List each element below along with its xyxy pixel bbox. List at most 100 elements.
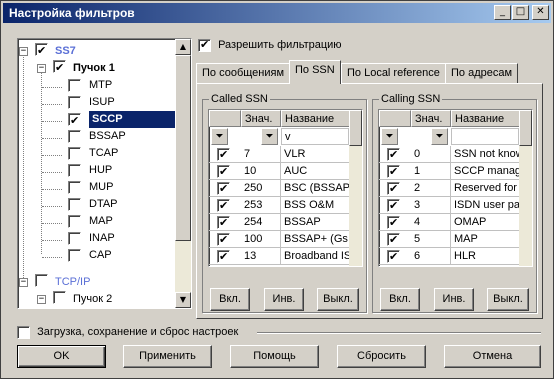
calling-ssn-grid[interactable]: Знач. Название ⏷ ⏷ 0SSN not know 1SCCP m… xyxy=(378,109,533,267)
column-header-value[interactable]: Знач. xyxy=(411,110,451,127)
column-header-value[interactable]: Знач. xyxy=(241,110,281,127)
protocol-tree[interactable]: − SS7 − Пучок 1 MTP ISUP SCCP BSSAP TCAP… xyxy=(17,38,192,309)
apply-button[interactable]: Применить xyxy=(123,345,212,368)
minimize-button[interactable]: _ xyxy=(494,5,511,20)
calling-enable-all-button[interactable]: Вкл. xyxy=(380,288,420,311)
checkbox-mup[interactable] xyxy=(68,180,81,194)
tree-node-bssap[interactable]: BSSAP xyxy=(68,128,126,145)
cancel-button[interactable]: Отмена xyxy=(444,345,541,368)
table-row[interactable]: 0SSN not know xyxy=(379,146,521,163)
collapse-icon[interactable]: − xyxy=(19,47,28,56)
checkbox-bundle-1[interactable] xyxy=(53,59,66,76)
row-checkbox[interactable] xyxy=(387,147,400,163)
table-row[interactable]: 254BSSAP xyxy=(209,214,351,231)
called-ssn-grid[interactable]: Знач. Название ⏷ ⏷ v 7VLR 10AUC 250BSC (… xyxy=(208,109,363,267)
tree-node-tcap[interactable]: TCAP xyxy=(68,145,118,162)
row-checkbox[interactable] xyxy=(217,164,230,180)
checkbox-cap[interactable] xyxy=(68,248,81,262)
tree-node-mup[interactable]: MUP xyxy=(68,179,113,196)
row-checkbox[interactable] xyxy=(217,249,230,265)
checkbox-hup[interactable] xyxy=(68,163,81,177)
checkbox-map[interactable] xyxy=(68,214,81,228)
tree-node-inap[interactable]: INAP xyxy=(68,230,115,247)
called-invert-button[interactable]: Инв. xyxy=(264,288,304,311)
tab-by-messages[interactable]: По сообщениям xyxy=(196,63,291,83)
tab-by-local-reference[interactable]: По Local reference xyxy=(341,63,446,83)
called-enable-all-button[interactable]: Вкл. xyxy=(210,288,250,311)
enable-filter-option[interactable]: Разрешить фильтрацию xyxy=(198,38,342,52)
checkbox-tcap[interactable] xyxy=(68,146,81,160)
filter-icon[interactable]: ⏷ xyxy=(211,128,228,145)
row-checkbox[interactable] xyxy=(217,232,230,248)
checkbox-bssap[interactable] xyxy=(68,129,81,143)
name-filter-input[interactable] xyxy=(451,128,519,145)
filter-icon[interactable]: ⏷ xyxy=(261,128,278,145)
calling-disable-all-button[interactable]: Выкл. xyxy=(487,288,529,311)
table-row[interactable]: 13Broadband IS xyxy=(209,248,351,265)
row-checkbox[interactable] xyxy=(387,181,400,197)
row-checkbox[interactable] xyxy=(387,249,400,265)
tree-node-dtap[interactable]: DTAP xyxy=(68,196,118,213)
checkbox-tcpip[interactable] xyxy=(35,274,48,287)
ok-button[interactable]: OK xyxy=(17,345,106,368)
name-filter-input[interactable]: v xyxy=(281,128,349,145)
tree-node-map[interactable]: MAP xyxy=(68,213,113,230)
title-bar[interactable]: Настройка фильтров _ □ ✕ xyxy=(3,3,551,23)
close-button[interactable]: ✕ xyxy=(532,5,549,20)
table-row[interactable]: 1SCCP manag xyxy=(379,163,521,180)
checkbox-inap[interactable] xyxy=(68,231,81,245)
table-row[interactable]: 2Reserved for xyxy=(379,180,521,197)
checkbox-sccp[interactable] xyxy=(68,112,81,129)
checkbox-ss7[interactable] xyxy=(35,42,48,59)
calling-grid-scrollbar[interactable] xyxy=(519,110,532,266)
calling-invert-button[interactable]: Инв. xyxy=(434,288,474,311)
scroll-thumb[interactable] xyxy=(175,55,191,241)
tree-node-hup[interactable]: HUP xyxy=(68,162,112,179)
scroll-down-icon[interactable]: ▼ xyxy=(175,292,191,308)
tree-node-cap[interactable]: CAP xyxy=(68,247,112,264)
enable-filter-checkbox[interactable] xyxy=(198,38,211,52)
filter-icon[interactable]: ⏷ xyxy=(381,128,398,145)
collapse-icon[interactable]: − xyxy=(37,295,46,304)
table-row[interactable]: 3ISDN user pa xyxy=(379,197,521,214)
table-row[interactable]: 4OMAP xyxy=(379,214,521,231)
row-checkbox[interactable] xyxy=(217,215,230,231)
table-row[interactable]: 7VLR xyxy=(209,146,351,163)
tree-node-isup[interactable]: ISUP xyxy=(68,94,115,111)
called-grid-scrollbar[interactable] xyxy=(349,110,362,266)
tree-node-sccp[interactable]: SCCP xyxy=(68,111,186,129)
checkbox-bundle-2[interactable] xyxy=(53,291,66,304)
tree-vertical-scrollbar[interactable]: ▲ ▼ xyxy=(175,39,191,308)
tab-by-addresses[interactable]: По адресам xyxy=(445,63,519,83)
save-load-section[interactable]: Загрузка, сохранение и сброс настроек xyxy=(17,325,541,339)
row-checkbox[interactable] xyxy=(217,181,230,197)
save-load-checkbox[interactable] xyxy=(17,325,30,339)
scroll-up-icon[interactable]: ▲ xyxy=(175,39,191,55)
checkbox-dtap[interactable] xyxy=(68,197,81,211)
checkbox-mtp[interactable] xyxy=(68,78,81,92)
table-row[interactable]: 253BSS O&M xyxy=(209,197,351,214)
reset-button[interactable]: Сбросить xyxy=(337,345,426,368)
tab-by-ssn[interactable]: По SSN xyxy=(289,60,341,84)
filter-icon[interactable]: ⏷ xyxy=(431,128,448,145)
scroll-thumb[interactable] xyxy=(519,110,532,146)
table-row[interactable]: 6HLR xyxy=(379,248,521,265)
collapse-icon[interactable]: − xyxy=(37,64,46,73)
column-header-name[interactable]: Название xyxy=(281,110,351,127)
help-button[interactable]: Помощь xyxy=(230,345,319,368)
table-row[interactable]: 10AUC xyxy=(209,163,351,180)
row-checkbox[interactable] xyxy=(387,215,400,231)
called-disable-all-button[interactable]: Выкл. xyxy=(317,288,359,311)
checkbox-isup[interactable] xyxy=(68,95,81,109)
table-row[interactable]: 250BSC (BSSAP- xyxy=(209,180,351,197)
row-checkbox[interactable] xyxy=(387,232,400,248)
column-header-name[interactable]: Название xyxy=(451,110,521,127)
row-checkbox[interactable] xyxy=(387,164,400,180)
table-row[interactable]: 5MAP xyxy=(379,231,521,248)
collapse-icon[interactable]: − xyxy=(19,278,28,287)
row-checkbox[interactable] xyxy=(387,198,400,214)
maximize-button[interactable]: □ xyxy=(512,5,529,20)
table-row[interactable]: 100BSSAP+ (Gs i xyxy=(209,231,351,248)
tree-node-mtp[interactable]: MTP xyxy=(68,77,112,94)
scroll-thumb[interactable] xyxy=(349,110,362,146)
